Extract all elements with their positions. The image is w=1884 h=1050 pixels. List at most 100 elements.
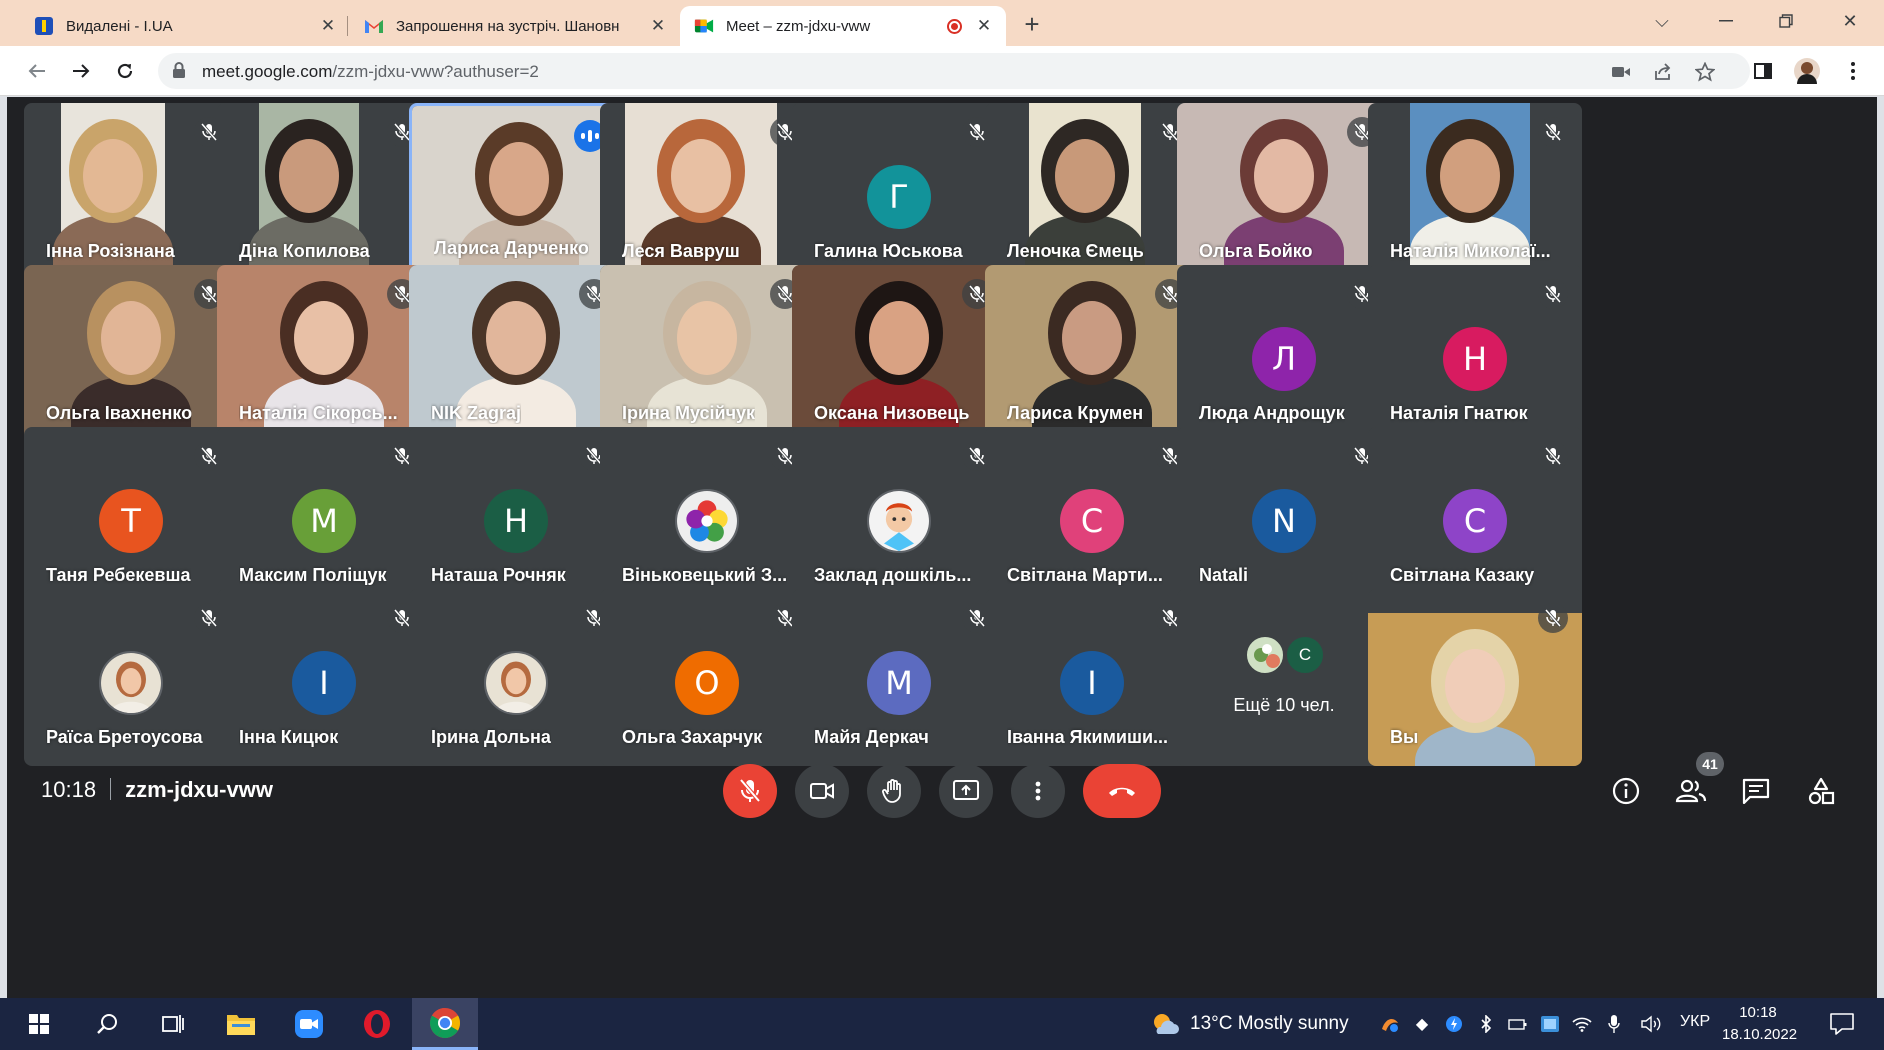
chrome-menu-icon[interactable] <box>1840 58 1866 84</box>
tab-search-icon[interactable]: ⌵ <box>1642 6 1682 36</box>
participant-avatar: М <box>867 651 931 715</box>
participant-tile[interactable]: С Світлана Казаку <box>1368 427 1582 604</box>
participant-name: Світлана Казаку <box>1390 565 1535 585</box>
participant-name: Наталія Сікорсь... <box>239 403 398 423</box>
file-explorer-app[interactable] <box>208 998 274 1050</box>
meeting-details: 10:18 zzm-jdxu-vww <box>41 777 273 803</box>
participant-tile[interactable]: Лариса Крумен <box>985 265 1199 442</box>
participant-tile[interactable]: Віньковецький З... <box>600 427 814 604</box>
leave-call-button[interactable] <box>1083 764 1161 818</box>
start-button[interactable] <box>6 998 72 1050</box>
participant-tile[interactable]: NIK Zagraj <box>409 265 623 442</box>
browser-tab-meet[interactable]: Meet – zzm-jdxu-vww ✕ <box>680 6 1006 46</box>
zoom-app[interactable] <box>276 998 342 1050</box>
lock-icon[interactable] <box>172 62 186 84</box>
wifi-icon[interactable] <box>1570 1012 1594 1036</box>
participant-tile[interactable]: Ольга Бойко <box>1177 103 1391 280</box>
new-tab-button[interactable]: + <box>1018 9 1046 39</box>
participant-name: Люда Андрощук <box>1199 403 1345 423</box>
app-tray-icon-2[interactable] <box>1442 1012 1466 1036</box>
search-button[interactable] <box>74 998 140 1050</box>
side-panel-icon[interactable] <box>1750 58 1776 84</box>
participant-tile[interactable]: Т Таня Ребекевша <box>24 427 238 604</box>
dropbox-icon[interactable]: ◆ <box>1410 1012 1434 1036</box>
participant-tile[interactable]: О Ольга Захарчук <box>600 589 814 766</box>
minimize-button[interactable] <box>1706 6 1746 36</box>
participant-name: Лариса Крумен <box>1007 403 1144 423</box>
participant-tile[interactable]: Н Наташа Рочняк <box>409 427 623 604</box>
participant-tile[interactable]: Діна Копилова <box>217 103 431 280</box>
participant-tile[interactable]: Інна Розізнана <box>24 103 238 280</box>
close-tab-icon[interactable]: ✕ <box>974 16 994 36</box>
microphone-tray-icon[interactable] <box>1602 1012 1626 1036</box>
participant-tile[interactable]: С Світлана Марти... <box>985 427 1199 604</box>
clock-time: 10:18 <box>1739 1004 1777 1021</box>
participant-tile[interactable]: І Інна Кицюк <box>217 589 431 766</box>
chat-icon <box>1742 778 1770 804</box>
weather-widget[interactable]: 13°C Mostly sunny <box>1150 1012 1349 1036</box>
share-icon[interactable] <box>1652 61 1674 83</box>
forward-button[interactable] <box>66 56 96 86</box>
bluetooth-icon[interactable] <box>1474 1012 1498 1036</box>
participant-name: Ольга Захарчук <box>622 727 763 747</box>
participant-tile[interactable]: Ірина Мусійчук <box>600 265 814 442</box>
reload-button[interactable] <box>110 56 140 86</box>
close-window-button[interactable]: ✕ <box>1830 6 1870 36</box>
participant-tile[interactable]: Г Галина Юськова <box>792 103 1006 280</box>
participant-tile[interactable]: Заклад дошкіль... <box>792 427 1006 604</box>
participant-tile[interactable]: Ірина Дольна <box>409 589 623 766</box>
activities-button[interactable] <box>1801 771 1841 811</box>
camera-in-use-icon[interactable] <box>1610 61 1632 83</box>
chat-button[interactable] <box>1736 771 1776 811</box>
raise-hand-button[interactable] <box>867 764 921 818</box>
chrome-icon <box>429 1007 461 1038</box>
participant-tile[interactable]: Оксана Низовець <box>792 265 1006 442</box>
notifications-icon[interactable] <box>1827 1011 1857 1037</box>
participant-tile[interactable]: C Ещё 10 чел. <box>1177 589 1391 766</box>
address-bar[interactable]: meet.google.com/zzm-jdxu-vww?authuser=2 <box>158 53 1750 89</box>
browser-tab-iua[interactable]: Видалені - I.UA ✕ <box>20 6 350 46</box>
participant-tile[interactable]: Лариса Дарченко <box>409 103 623 280</box>
divider <box>110 778 112 800</box>
taskbar-clock[interactable]: 10:18 18.10.2022 <box>1722 1002 1797 1046</box>
participant-tile[interactable]: Наталія Сікорсь... <box>217 265 431 442</box>
bookmark-star-icon[interactable] <box>1694 61 1716 83</box>
participant-tile[interactable]: Леся Вавруш <box>600 103 814 280</box>
participant-tile[interactable]: М Майя Деркач <box>792 589 1006 766</box>
present-screen-button[interactable] <box>939 764 993 818</box>
microphone-toggle-button[interactable] <box>723 764 777 818</box>
gmail-icon <box>364 16 384 36</box>
keyboard-language[interactable]: УКР <box>1680 1013 1710 1031</box>
participant-tile[interactable]: М Максим Поліщук <box>217 427 431 604</box>
participant-avatar: С <box>1443 489 1507 553</box>
volume-icon[interactable] <box>1640 1012 1664 1036</box>
app-tray-icon[interactable] <box>1378 1012 1402 1036</box>
task-view-button[interactable] <box>140 998 206 1050</box>
battery-plug-icon[interactable] <box>1506 1012 1530 1036</box>
close-tab-icon[interactable]: ✕ <box>648 16 668 36</box>
back-button[interactable] <box>22 56 52 86</box>
browser-tab-gmail[interactable]: Запрошення на зустріч. Шановн ✕ <box>350 6 680 46</box>
chrome-app[interactable] <box>412 998 478 1050</box>
restore-button[interactable] <box>1766 6 1806 36</box>
camera-toggle-button[interactable] <box>795 764 849 818</box>
participant-avatar: О <box>675 651 739 715</box>
meeting-details-button[interactable] <box>1606 771 1646 811</box>
participant-tile[interactable]: І Іванна Якимиши... <box>985 589 1199 766</box>
participant-tile[interactable]: Н Наталія Гнатюк <box>1368 265 1582 442</box>
participant-tile[interactable]: Вы <box>1368 589 1582 766</box>
more-options-button[interactable] <box>1011 764 1065 818</box>
participant-tile[interactable]: Л Люда Андрощук <box>1177 265 1391 442</box>
app-tray-icon-3[interactable] <box>1538 1012 1562 1036</box>
opera-app[interactable] <box>344 998 410 1050</box>
participant-tile[interactable]: Ольга Івахненко <box>24 265 238 442</box>
participant-tile[interactable]: Леночка Ємець <box>985 103 1199 280</box>
participant-tile[interactable]: N Natali <box>1177 427 1391 604</box>
meeting-code: zzm-jdxu-vww <box>125 777 273 802</box>
participant-tile[interactable]: Наталія Миколаї... <box>1368 103 1582 280</box>
hand-icon <box>882 779 901 803</box>
participant-tile[interactable]: Раїса Бретоусова <box>24 589 238 766</box>
profile-avatar[interactable] <box>1794 58 1820 84</box>
close-tab-icon[interactable]: ✕ <box>318 16 338 36</box>
people-button[interactable] <box>1671 771 1711 811</box>
